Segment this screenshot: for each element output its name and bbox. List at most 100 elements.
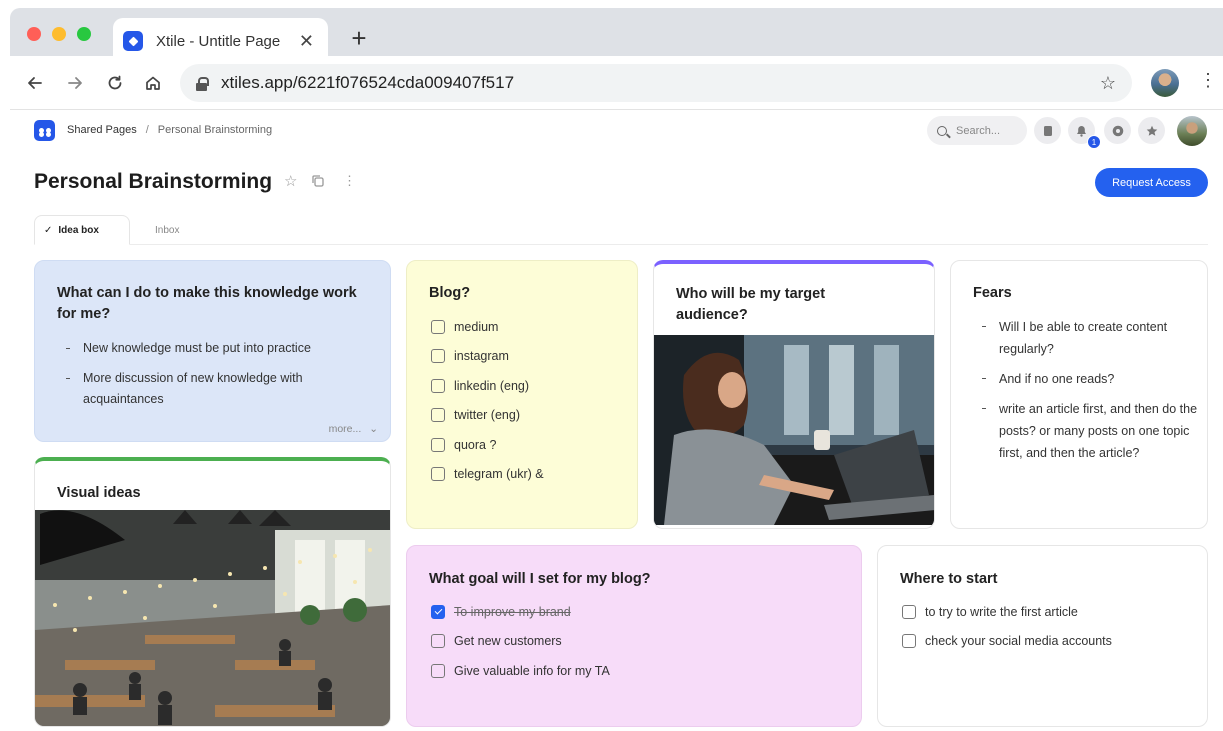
bookmark-star-icon[interactable]: ☆ [1100, 73, 1116, 94]
start-checklist: to try to write the first article check … [902, 597, 1192, 656]
checkbox[interactable] [431, 437, 445, 452]
list-item[interactable]: Give valuable info for my TA [431, 656, 831, 686]
list-item[interactable]: check your social media accounts [902, 627, 1192, 657]
tab-inbox[interactable]: Inbox [155, 215, 179, 245]
goal-checklist: To improve my brand Get new customers Gi… [431, 597, 831, 686]
fears-card-title: Fears [973, 285, 1012, 301]
user-avatar[interactable] [1177, 116, 1207, 146]
list-item[interactable]: quora ? [431, 430, 631, 460]
blog-goal-card[interactable]: What goal will I set for my blog? To imp… [406, 545, 862, 727]
list-item: write an article first, and then do the … [973, 398, 1198, 464]
checkbox[interactable] [431, 378, 445, 393]
checkbox-label: To improve my brand [454, 604, 571, 619]
knowledge-card-title: What can I do to make this knowledge wor… [57, 285, 357, 322]
fears-bullet-list: Will I be able to create content regular… [973, 316, 1198, 472]
blog-card-title: Blog? [429, 285, 471, 301]
woman-laptop-photo [654, 335, 934, 525]
where-to-start-card[interactable]: Where to start to try to write the first… [877, 545, 1208, 727]
breadcrumb-shared-pages[interactable]: Shared Pages [67, 124, 137, 136]
checkbox[interactable] [431, 634, 445, 649]
target-audience-title: Who will be my target audience? [676, 286, 826, 323]
checkbox[interactable] [431, 349, 445, 364]
browser-tab-title: Xtile - Untitle Page [156, 32, 281, 50]
checkmark-icon: ✓ [44, 224, 53, 236]
window-maximize-button[interactable] [77, 27, 91, 41]
browser-profile-avatar[interactable] [1151, 69, 1179, 97]
checkbox-label: quora ? [454, 437, 497, 452]
checkbox-label: medium [454, 319, 499, 334]
blog-card[interactable]: Blog? medium instagram linkedin (eng) tw… [406, 260, 638, 529]
favorites-star-icon[interactable] [1138, 117, 1165, 144]
list-item: More discussion of new knowledge with ac… [57, 368, 377, 410]
checkbox[interactable] [431, 467, 445, 482]
xtiles-favicon-icon [123, 31, 143, 51]
request-access-button[interactable]: Request Access [1095, 168, 1208, 197]
window-close-button[interactable] [27, 27, 41, 41]
visual-ideas-card[interactable]: Visual ideas [34, 457, 391, 727]
target-audience-card[interactable]: Who will be my target audience? [653, 260, 935, 529]
list-item[interactable]: To improve my brand [431, 597, 831, 627]
chevron-down-icon: ⌄ [369, 423, 378, 435]
checkbox-label: check your social media accounts [925, 634, 1112, 649]
search-input[interactable]: Search... [927, 116, 1027, 145]
copy-icon[interactable] [312, 175, 324, 190]
checkbox[interactable] [431, 408, 445, 423]
list-item[interactable]: twitter (eng) [431, 401, 631, 431]
more-options-icon[interactable]: ⋮ [343, 173, 356, 189]
favorite-star-icon[interactable]: ☆ [284, 172, 297, 190]
breadcrumb: Shared Pages / Personal Brainstorming [67, 124, 272, 136]
checkbox[interactable] [902, 634, 916, 649]
browser-toolbar: xtiles.app/6221f076524cda009407f517 ☆ ⋮ [10, 56, 1223, 110]
new-tab-button[interactable]: + [346, 25, 372, 51]
checkbox[interactable] [902, 604, 916, 619]
search-icon [937, 125, 947, 136]
blog-goal-title: What goal will I set for my blog? [429, 571, 651, 587]
page-tabs: ✓ Idea box Inbox [34, 215, 1208, 245]
document-icon[interactable] [1034, 117, 1061, 144]
blog-checklist: medium instagram linkedin (eng) twitter … [431, 312, 631, 489]
list-item: And if no one reads? [973, 368, 1198, 390]
shared-pages-icon[interactable] [34, 120, 55, 141]
list-item[interactable]: medium [431, 312, 631, 342]
checkbox-label: to try to write the first article [925, 604, 1078, 619]
checkbox-label: telegram (ukr) & [454, 467, 544, 482]
window-minimize-button[interactable] [52, 27, 66, 41]
checkbox[interactable] [431, 319, 445, 334]
fears-card[interactable]: Fears Will I be able to create content r… [950, 260, 1208, 529]
checkbox-label: instagram [454, 349, 509, 364]
checkbox[interactable] [431, 663, 445, 678]
url-text[interactable]: xtiles.app/6221f076524cda009407f517 [221, 73, 1100, 93]
visual-ideas-title: Visual ideas [57, 485, 141, 501]
tab-idea-box[interactable]: ✓ Idea box [34, 215, 130, 245]
more-link-label: more... [328, 423, 362, 435]
back-arrow-icon[interactable] [22, 70, 48, 96]
checkbox-label: linkedin (eng) [454, 378, 530, 393]
tab-close-icon[interactable]: ✕ [299, 32, 314, 50]
home-icon[interactable] [140, 70, 166, 96]
where-to-start-title: Where to start [900, 571, 998, 587]
checkbox-label: Get new customers [454, 634, 562, 649]
checkbox-label: Give valuable info for my TA [454, 663, 610, 678]
list-item[interactable]: linkedin (eng) [431, 371, 631, 401]
notification-count-badge: 1 [1087, 135, 1101, 149]
checkbox-label: twitter (eng) [454, 408, 520, 423]
list-item[interactable]: telegram (ukr) & [431, 460, 631, 490]
lock-icon[interactable] [196, 76, 209, 91]
list-item: Will I be able to create content regular… [973, 316, 1198, 360]
more-link[interactable]: more... ⌄ [329, 423, 378, 435]
forward-arrow-icon[interactable] [62, 70, 88, 96]
breadcrumb-current-page[interactable]: Personal Brainstorming [158, 124, 272, 136]
more-vert-icon[interactable]: ⋮ [1199, 71, 1217, 89]
office-photo [35, 510, 390, 726]
list-item[interactable]: instagram [431, 342, 631, 372]
address-bar[interactable]: xtiles.app/6221f076524cda009407f517 ☆ [180, 64, 1132, 102]
page-title: Personal Brainstorming [34, 170, 273, 193]
help-icon[interactable] [1104, 117, 1131, 144]
search-placeholder: Search... [956, 124, 1001, 137]
list-item[interactable]: to try to write the first article [902, 597, 1192, 627]
checkbox-checked[interactable] [431, 604, 445, 619]
list-item[interactable]: Get new customers [431, 627, 831, 657]
knowledge-card[interactable]: What can I do to make this knowledge wor… [34, 260, 391, 442]
breadcrumb-separator: / [145, 124, 149, 136]
reload-icon[interactable] [102, 70, 128, 96]
